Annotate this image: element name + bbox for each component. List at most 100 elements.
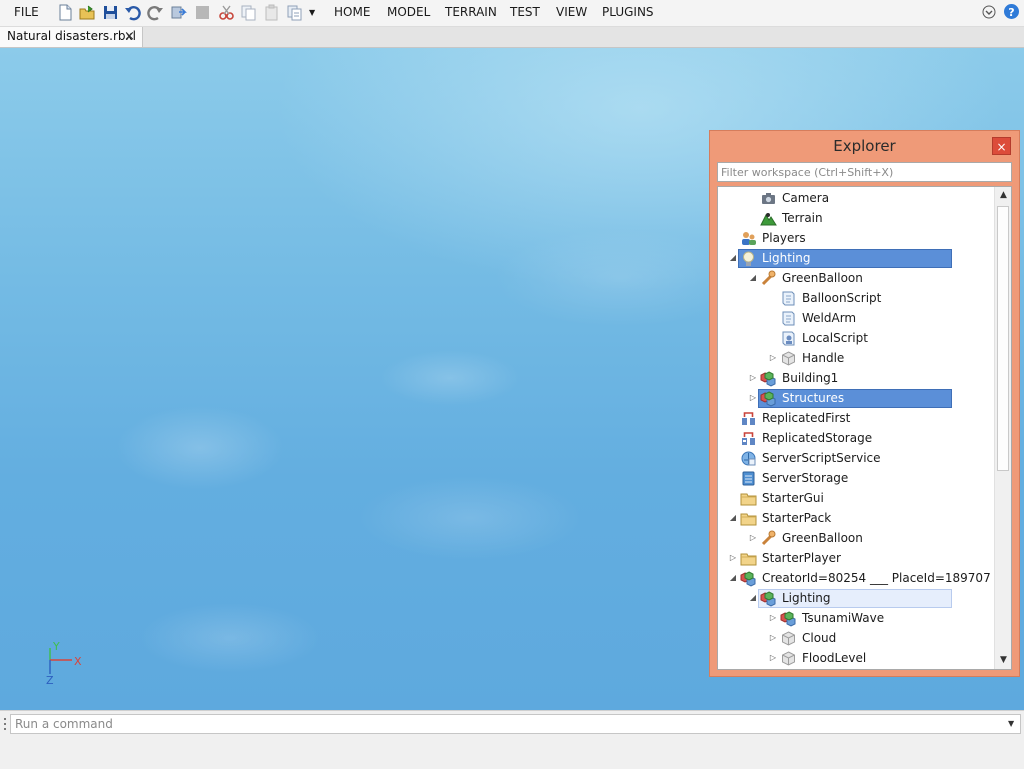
tree-item[interactable]: ReplicatedStorage xyxy=(718,428,994,448)
tab-terrain[interactable]: TERRAIN xyxy=(445,0,497,24)
document-tab[interactable]: Natural disasters.rbxl × xyxy=(0,27,143,47)
scroll-thumb[interactable] xyxy=(997,206,1009,471)
model-icon xyxy=(740,571,756,587)
model-icon xyxy=(760,371,776,387)
command-input[interactable] xyxy=(10,714,1021,734)
tree-item-label: Camera xyxy=(782,191,830,205)
tree-item[interactable]: ▷ StarterPlayer xyxy=(718,548,994,568)
tree-item[interactable]: ◢ CreatorId=80254 ___ PlaceId=189707 xyxy=(718,568,994,588)
tree-item[interactable]: Terrain xyxy=(718,208,994,228)
tree-item[interactable]: ReplicatedFirst xyxy=(718,408,994,428)
collapse-arrow-icon[interactable]: ◢ xyxy=(728,508,738,528)
model-icon xyxy=(780,611,796,627)
tree-item[interactable]: ▷ Structures xyxy=(718,388,994,408)
tree-item-label: BalloonScript xyxy=(802,291,882,305)
expand-arrow-icon[interactable]: ▷ xyxy=(728,548,738,568)
chevron-down-icon[interactable]: ▼ xyxy=(1008,719,1014,728)
collapse-arrow-icon[interactable]: ◢ xyxy=(748,268,758,288)
collapse-arrow-icon[interactable]: ◢ xyxy=(728,568,738,588)
expand-arrow-icon[interactable]: ▷ xyxy=(748,368,758,388)
tab-home[interactable]: HOME xyxy=(334,0,370,24)
tab-test[interactable]: TEST xyxy=(510,0,540,24)
copy-icon[interactable] xyxy=(240,4,257,21)
tree-item-label: StarterPack xyxy=(762,511,832,525)
svg-text:?: ? xyxy=(1008,6,1014,19)
tree-item[interactable]: ◢ GreenBalloon xyxy=(718,268,994,288)
tree-item[interactable]: ◢ StarterPack xyxy=(718,508,994,528)
tree-item[interactable]: BalloonScript xyxy=(718,288,994,308)
collapse-ribbon-icon[interactable] xyxy=(982,5,996,19)
expand-arrow-icon[interactable]: ▷ xyxy=(748,388,758,408)
publish-icon[interactable] xyxy=(170,4,187,21)
part-icon xyxy=(782,631,795,646)
model-icon xyxy=(760,391,776,407)
tree-item[interactable]: ▷ TsunamiWave xyxy=(718,608,994,628)
tree-item[interactable]: ▷ Building1 xyxy=(718,368,994,388)
tree-item[interactable]: ServerStorage xyxy=(718,468,994,488)
tree-item-label: ReplicatedStorage xyxy=(762,431,873,445)
tree-item-label: Cloud xyxy=(802,631,837,645)
folder-icon xyxy=(740,493,757,506)
collapse-arrow-icon[interactable]: ◢ xyxy=(748,588,758,608)
collapse-arrow-icon[interactable]: ◢ xyxy=(728,248,738,268)
tree-item[interactable]: ▷ Handle xyxy=(718,348,994,368)
duplicate-icon[interactable] xyxy=(286,4,303,21)
new-file-icon[interactable] xyxy=(57,4,74,21)
tree-item[interactable]: ◢ Lighting xyxy=(718,248,994,268)
tree-item[interactable]: StarterGui xyxy=(718,488,994,508)
tree-item-label: GreenBalloon xyxy=(782,271,863,285)
tool-icon xyxy=(761,530,776,546)
tree-item[interactable]: ▷ FloodLevel xyxy=(718,648,994,668)
open-folder-icon[interactable] xyxy=(79,4,96,21)
expand-arrow-icon[interactable]: ▷ xyxy=(768,628,778,648)
tree-item-label: CreatorId=80254 ___ PlaceId=189707 xyxy=(762,571,991,585)
axis-z-label: Z xyxy=(46,674,54,687)
cut-icon[interactable] xyxy=(218,4,235,21)
tree-item-label: Handle xyxy=(802,351,845,365)
grip-icon[interactable] xyxy=(3,717,7,731)
expand-arrow-icon[interactable]: ▷ xyxy=(768,648,778,668)
tree-item-label: ReplicatedFirst xyxy=(762,411,851,425)
replicated-storage-icon xyxy=(742,432,755,445)
local-script-icon xyxy=(782,331,795,346)
tree-item[interactable]: LocalScript xyxy=(718,328,994,348)
explorer-tree: Camera Terrain Players ◢ Lighting ◢ GreenBallo… xyxy=(717,186,1012,670)
expand-arrow-icon[interactable]: ▷ xyxy=(768,348,778,368)
scroll-down-icon[interactable]: ▼ xyxy=(995,652,1011,669)
tree-item[interactable]: WeldArm xyxy=(718,308,994,328)
help-icon[interactable]: ? xyxy=(1003,3,1020,20)
expand-arrow-icon[interactable]: ▷ xyxy=(748,528,758,548)
tree-item[interactable]: Players xyxy=(718,228,994,248)
more-dropdown-icon[interactable]: ▼ xyxy=(309,1,315,25)
file-menu[interactable]: FILE xyxy=(14,0,39,24)
redo-icon[interactable] xyxy=(147,4,164,21)
tab-plugins[interactable]: PLUGINS xyxy=(602,0,654,24)
tree-item[interactable]: ◢ Lighting xyxy=(718,588,994,608)
tree-item[interactable]: Camera xyxy=(718,188,994,208)
folder-icon xyxy=(740,513,757,526)
tree-item-label: Players xyxy=(762,231,806,245)
stop-icon[interactable] xyxy=(194,4,211,21)
tab-view[interactable]: VIEW xyxy=(556,0,587,24)
players-icon xyxy=(742,232,756,245)
menu-bar: FILE ▼ HOME MODEL TERRAIN TEST VIEW PLUG… xyxy=(0,0,1024,27)
tree-item-label: WeldArm xyxy=(802,311,857,325)
paste-icon[interactable] xyxy=(263,4,280,21)
tree-item-label: StarterGui xyxy=(762,491,824,505)
tree-item-label: Building1 xyxy=(782,371,839,385)
expand-arrow-icon[interactable]: ▷ xyxy=(768,608,778,628)
tree-scrollbar[interactable]: ▲ ▼ xyxy=(994,187,1011,669)
axis-x-label: X xyxy=(74,655,82,668)
explorer-close-button[interactable]: × xyxy=(992,137,1011,155)
save-icon[interactable] xyxy=(102,4,119,21)
tree-item-label: Lighting xyxy=(782,591,831,605)
close-icon[interactable]: × xyxy=(124,29,135,44)
undo-icon[interactable] xyxy=(124,4,141,21)
tab-model[interactable]: MODEL xyxy=(387,0,430,24)
tree-item-label: ServerStorage xyxy=(762,471,849,485)
tree-item[interactable]: ▷ Cloud xyxy=(718,628,994,648)
scroll-up-icon[interactable]: ▲ xyxy=(995,187,1011,204)
tree-item[interactable]: ▷ GreenBalloon xyxy=(718,528,994,548)
tree-item[interactable]: ServerScriptService xyxy=(718,448,994,468)
filter-workspace-input[interactable] xyxy=(717,162,1012,182)
